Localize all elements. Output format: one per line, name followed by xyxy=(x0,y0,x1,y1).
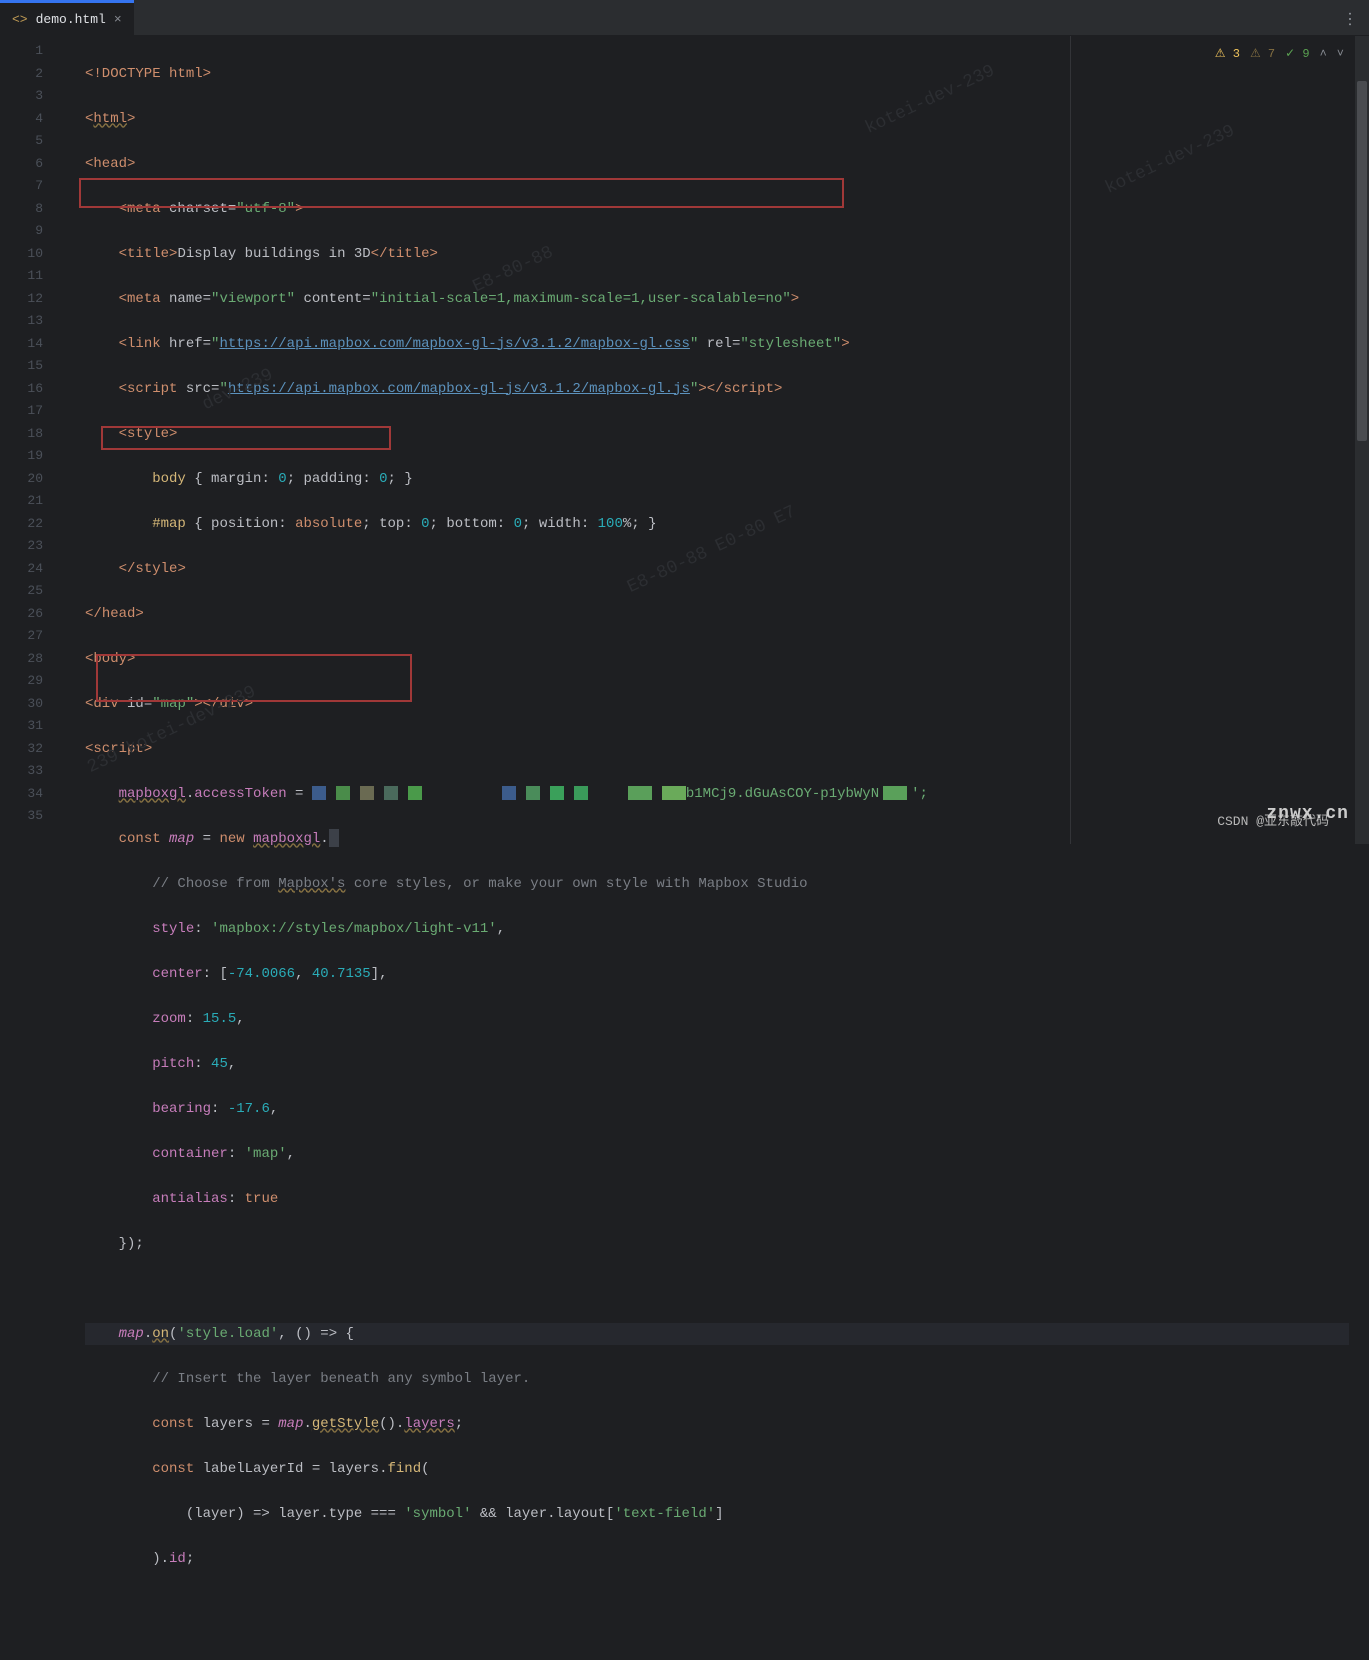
code-line xyxy=(85,1593,1349,1616)
line-number[interactable]: 23 xyxy=(0,535,65,558)
line-number[interactable]: 12 xyxy=(0,288,65,311)
line-number[interactable]: 26 xyxy=(0,603,65,626)
tab-filename: demo.html xyxy=(36,12,106,27)
code-line: zoom: 15.5, xyxy=(85,1008,1349,1031)
code-line: <title>Display buildings in 3D</title> xyxy=(85,243,1349,266)
code-line: (layer) => layer.type === 'symbol' && la… xyxy=(85,1503,1349,1526)
code-line: </head> xyxy=(85,603,1349,626)
line-number[interactable]: 6 xyxy=(0,153,65,176)
code-line: map.on('style.load', () => { xyxy=(85,1323,1349,1346)
corner-watermark: znwx.cn xyxy=(1266,804,1349,824)
tab-menu-icon[interactable]: ⋯ xyxy=(1340,11,1360,25)
file-tab[interactable]: <> demo.html × xyxy=(0,0,134,35)
code-line: <style> xyxy=(85,423,1349,446)
line-number[interactable]: 14 xyxy=(0,333,65,356)
line-number[interactable]: 35 xyxy=(0,805,65,828)
code-line: antialias: true xyxy=(85,1188,1349,1211)
line-number[interactable]: 18 xyxy=(0,423,65,446)
code-line: </style> xyxy=(85,558,1349,581)
line-number[interactable]: 10 xyxy=(0,243,65,266)
code-line: body { margin: 0; padding: 0; } xyxy=(85,468,1349,491)
code-line: <meta charset="utf-8"> xyxy=(85,198,1349,221)
html-file-icon: <> xyxy=(12,12,28,27)
line-number[interactable]: 16 xyxy=(0,378,65,401)
line-number[interactable]: 32 xyxy=(0,738,65,761)
line-number[interactable]: 1 xyxy=(0,40,65,63)
line-number[interactable]: 21 xyxy=(0,490,65,513)
line-number[interactable]: 9 xyxy=(0,220,65,243)
code-line: ).id; xyxy=(85,1548,1349,1571)
line-number[interactable]: 31 xyxy=(0,715,65,738)
line-number[interactable]: 4 xyxy=(0,108,65,131)
code-line: <script> xyxy=(85,738,1349,761)
line-number[interactable]: 17 xyxy=(0,400,65,423)
line-number[interactable]: 30 xyxy=(0,693,65,716)
line-number[interactable]: 19 xyxy=(0,445,65,468)
code-line: <meta name="viewport" content="initial-s… xyxy=(85,288,1349,311)
code-line: <head> xyxy=(85,153,1349,176)
line-number[interactable]: 5 xyxy=(0,130,65,153)
code-line: container: 'map', xyxy=(85,1143,1349,1166)
code-line: const layers = map.getStyle().layers; xyxy=(85,1413,1349,1436)
line-number[interactable]: 33 xyxy=(0,760,65,783)
code-line: bearing: -17.6, xyxy=(85,1098,1349,1121)
caret-selection xyxy=(329,829,339,847)
right-margin-guide xyxy=(1070,36,1071,844)
editor: 1 2 3 4 5 6 7 8 9 10 11 12 13 14 15 16 1… xyxy=(0,36,1369,844)
code-line: <!DOCTYPE html> xyxy=(85,63,1349,86)
code-line: const labelLayerId = layers.find( xyxy=(85,1458,1349,1481)
code-line: <div id="map"></div> xyxy=(85,693,1349,716)
code-line: <html> xyxy=(85,108,1349,131)
code-line: // Choose from Mapbox's core styles, or … xyxy=(85,873,1349,896)
code-line: <body> xyxy=(85,648,1349,671)
code-line: #map { position: absolute; top: 0; botto… xyxy=(85,513,1349,536)
line-number[interactable]: 24 xyxy=(0,558,65,581)
code-line: }); xyxy=(85,1233,1349,1256)
scrollbar-thumb[interactable] xyxy=(1357,81,1367,441)
code-line: const map = new mapboxgl. xyxy=(85,828,1349,851)
code-line: pitch: 45, xyxy=(85,1053,1349,1076)
line-number[interactable]: 8 xyxy=(0,198,65,221)
line-number[interactable]: 20 xyxy=(0,468,65,491)
close-icon[interactable]: × xyxy=(114,12,122,27)
code-line: mapboxgl.accessToken = b1MCj9.dGuAsCOY-p… xyxy=(85,783,1349,806)
code-line xyxy=(85,1278,1349,1301)
line-number[interactable]: 13 xyxy=(0,310,65,333)
line-number[interactable]: 34 xyxy=(0,783,65,806)
line-number[interactable]: 22 xyxy=(0,513,65,536)
code-line: style: 'mapbox://styles/mapbox/light-v11… xyxy=(85,918,1349,941)
line-number[interactable]: 27 xyxy=(0,625,65,648)
code-line: center: [-74.0066, 40.7135], xyxy=(85,963,1349,986)
code-line: <link href="https://api.mapbox.com/mapbo… xyxy=(85,333,1349,356)
code-line: // Insert the layer beneath any symbol l… xyxy=(85,1368,1349,1391)
line-number[interactable]: 28 xyxy=(0,648,65,671)
line-number[interactable]: 2 xyxy=(0,63,65,86)
line-number[interactable]: 25 xyxy=(0,580,65,603)
line-number[interactable]: 11 xyxy=(0,265,65,288)
line-number[interactable]: 7 xyxy=(0,175,65,198)
line-number[interactable]: 29 xyxy=(0,670,65,693)
gutter: 1 2 3 4 5 6 7 8 9 10 11 12 13 14 15 16 1… xyxy=(0,36,65,844)
tab-bar: <> demo.html × ⋯ xyxy=(0,0,1369,36)
line-number[interactable]: 3 xyxy=(0,85,65,108)
redacted-token xyxy=(312,786,686,800)
line-number[interactable]: 15 xyxy=(0,355,65,378)
code-line: <script src="https://api.mapbox.com/mapb… xyxy=(85,378,1349,401)
code-area[interactable]: <!DOCTYPE html> <html> <head> <meta char… xyxy=(65,36,1369,844)
scrollbar[interactable] xyxy=(1355,36,1369,844)
